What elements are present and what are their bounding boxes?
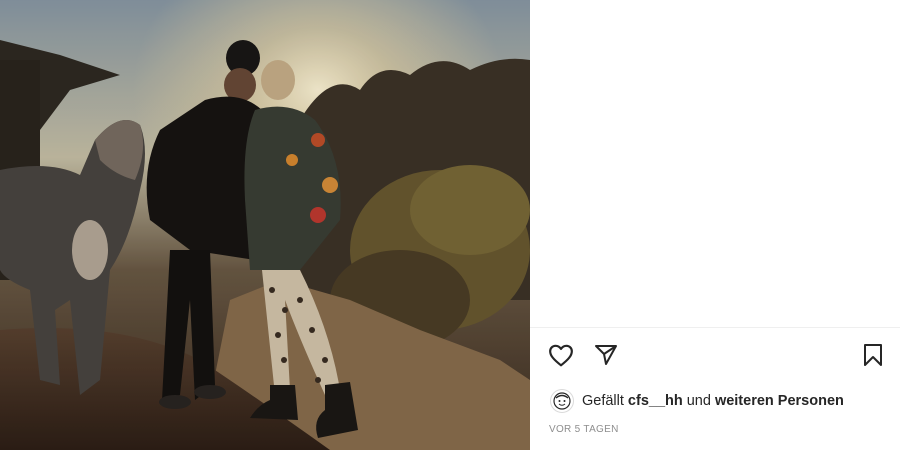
divider [530,327,900,328]
user-face-icon [553,392,571,410]
likes-prefix: Gefällt [582,393,624,409]
paper-plane-icon [595,345,617,365]
liker-username-link[interactable]: cfs__hh [628,393,683,409]
heart-outline-icon [549,344,573,367]
share-button[interactable] [591,340,621,370]
post-timestamp[interactable]: VOR 5 TAGEN [549,424,619,435]
post-photo[interactable] [0,0,530,450]
other-likers-link[interactable]: weiteren Personen [715,393,844,409]
post-side-panel: Gefällt cfs__hh und weiteren Personen VO… [530,0,900,450]
save-button[interactable] [858,340,888,370]
like-button[interactable] [546,340,576,370]
likes-connector: und [686,393,711,409]
likes-summary: Gefällt cfs__hh und weiteren Personen [550,388,844,414]
avatar[interactable] [550,389,574,413]
bookmark-outline-icon [864,344,882,366]
